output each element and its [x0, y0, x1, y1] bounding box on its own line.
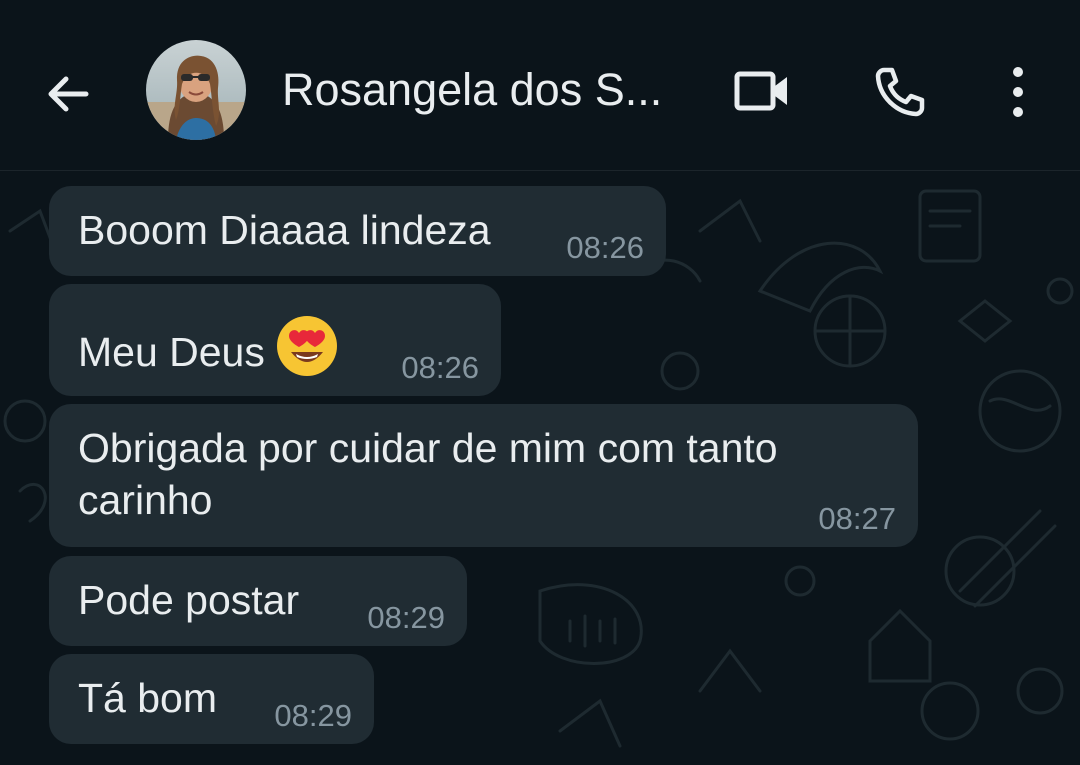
message-time: 08:26 — [566, 230, 644, 265]
voice-call-button[interactable] — [868, 60, 932, 124]
chat-screen: Rosangela dos S... Booom Diaaaa lindeza … — [0, 0, 1080, 765]
more-vertical-icon — [1013, 67, 1023, 117]
arrow-left-icon — [48, 76, 89, 112]
contact-name[interactable]: Rosangela dos S... — [282, 62, 692, 118]
message-bubble[interactable]: Meu Deus 08:26 — [49, 284, 501, 396]
message-bubble[interactable]: Booom Diaaaa lindeza 08:26 — [49, 186, 666, 276]
chat-header: Rosangela dos S... — [0, 0, 1080, 171]
message-time: 08:29 — [274, 698, 352, 733]
more-options-button[interactable] — [986, 60, 1050, 124]
message-text: Booom Diaaaa lindeza — [78, 207, 491, 253]
message-time: 08:29 — [367, 600, 445, 635]
message-text: Obrigada por cuidar de mim com tanto car… — [78, 425, 778, 523]
message-list[interactable]: Booom Diaaaa lindeza 08:26 Meu Deus 08:2… — [0, 171, 1080, 765]
message-bubble[interactable]: Pode postar 08:29 — [49, 556, 467, 646]
phone-icon — [875, 67, 925, 117]
message-time: 08:27 — [818, 501, 896, 536]
message-text: Pode postar — [78, 577, 300, 623]
message-text: Meu Deus — [78, 329, 265, 375]
message-bubble[interactable]: Obrigada por cuidar de mim com tanto car… — [49, 404, 918, 547]
heart-eyes-emoji-icon — [276, 316, 337, 376]
message-time: 08:26 — [401, 350, 479, 385]
message-text: Tá bom — [78, 675, 217, 721]
video-camera-icon — [734, 71, 787, 111]
video-call-button[interactable] — [730, 60, 794, 124]
back-button[interactable] — [36, 62, 100, 126]
contact-avatar[interactable] — [146, 40, 246, 140]
message-bubble[interactable]: Tá bom 08:29 — [49, 654, 374, 744]
avatar-photo — [146, 40, 246, 140]
